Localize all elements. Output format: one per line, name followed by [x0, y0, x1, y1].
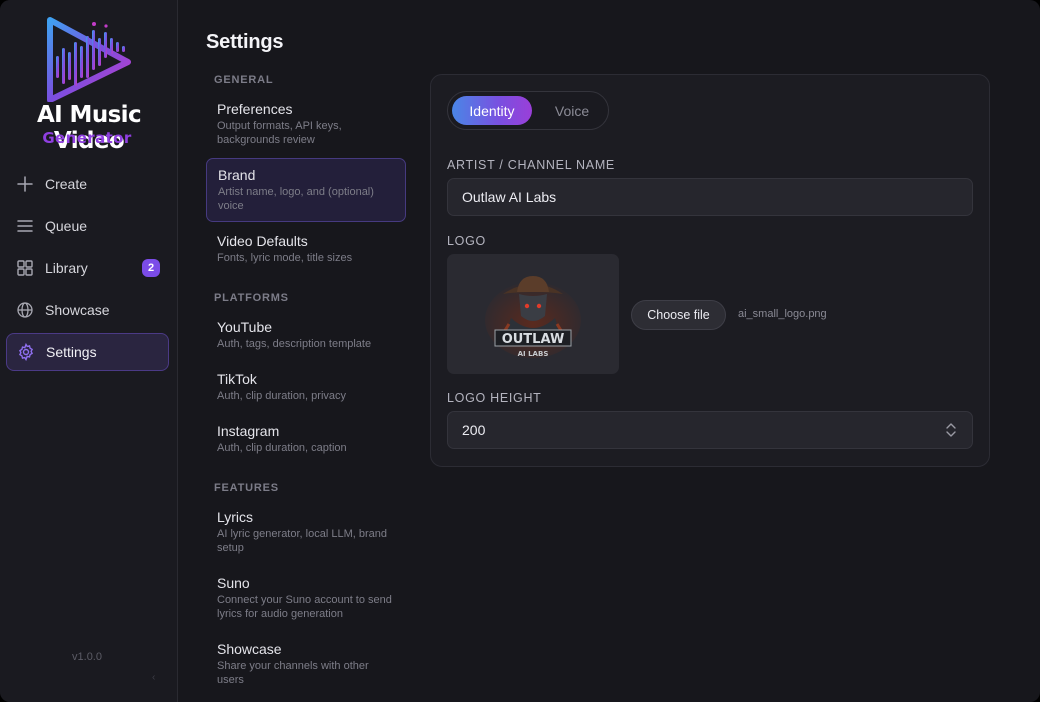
nav-item-create[interactable]: Create — [6, 165, 169, 203]
choose-file-button[interactable]: Choose file — [631, 300, 726, 330]
artist-name-input[interactable] — [447, 178, 973, 216]
library-count-badge: 2 — [142, 259, 160, 277]
app-logo-icon — [42, 16, 134, 102]
globe-icon — [16, 301, 34, 319]
logo-image-text: OUTLAW — [502, 332, 565, 347]
logo-height-input[interactable] — [447, 411, 973, 449]
app-window: AI Music Video Generator Create Queue Li… — [0, 0, 1040, 702]
outlaw-logo-image: OUTLAW AI LABS — [481, 268, 585, 360]
settings-item-desc: Auth, tags, description template — [217, 337, 395, 351]
settings-item-brand[interactable]: Brand Artist name, logo, and (optional) … — [206, 158, 406, 222]
collapse-sidebar-icon[interactable]: ‹ — [152, 672, 155, 683]
settings-item-video-defaults[interactable]: Video Defaults Fonts, lyric mode, title … — [206, 225, 406, 273]
settings-item-title: Lyrics — [217, 509, 395, 526]
settings-item-title: Brand — [218, 167, 394, 184]
nav-label: Showcase — [45, 302, 110, 318]
settings-item-tiktok[interactable]: TikTok Auth, clip duration, privacy — [206, 363, 406, 411]
logo-image-subtext: AI LABS — [518, 350, 549, 358]
logo-label: LOGO — [447, 234, 486, 248]
settings-item-title: Showcase — [217, 641, 395, 658]
nav-item-queue[interactable]: Queue — [6, 207, 169, 245]
brand-settings-panel: Identity Voice ARTIST / CHANNEL NAME LOG… — [430, 74, 990, 467]
settings-item-title: Instagram — [217, 423, 395, 440]
nav-label: Settings — [46, 344, 97, 360]
settings-item-youtube[interactable]: YouTube Auth, tags, description template — [206, 311, 406, 359]
logo-preview: OUTLAW AI LABS — [447, 254, 619, 374]
nav-label: Library — [45, 260, 88, 276]
list-icon — [16, 217, 34, 235]
settings-item-desc: Auth, clip duration, caption — [217, 441, 395, 455]
settings-item-title: Video Defaults — [217, 233, 395, 250]
tab-identity[interactable]: Identity — [452, 96, 532, 125]
artist-name-label: ARTIST / CHANNEL NAME — [447, 158, 615, 172]
nav-item-showcase[interactable]: Showcase — [6, 291, 169, 329]
settings-item-preferences[interactable]: Preferences Output formats, API keys, ba… — [206, 93, 406, 155]
selected-file-name: ai_small_logo.png — [738, 308, 827, 320]
settings-item-desc: Share your channels with other users — [217, 659, 395, 687]
gear-icon — [17, 343, 35, 361]
settings-item-desc: Output formats, API keys, backgrounds re… — [217, 119, 395, 147]
plus-icon — [16, 175, 34, 193]
page-title: Settings — [206, 31, 283, 54]
nav-item-library[interactable]: Library 2 — [6, 249, 169, 287]
nav-item-settings[interactable]: Settings — [6, 333, 169, 371]
settings-item-desc: Auth, clip duration, privacy — [217, 389, 395, 403]
settings-item-instagram[interactable]: Instagram Auth, clip duration, caption — [206, 415, 406, 463]
settings-section-platforms: PLATFORMS — [214, 292, 289, 304]
settings-item-suno[interactable]: Suno Connect your Suno account to send l… — [206, 567, 406, 629]
settings-item-title: Preferences — [217, 101, 395, 118]
settings-section-general: GENERAL — [214, 74, 273, 86]
settings-item-title: TikTok — [217, 371, 395, 388]
number-stepper-icon[interactable] — [945, 421, 957, 439]
settings-item-title: Suno — [217, 575, 395, 592]
settings-item-title: YouTube — [217, 319, 395, 336]
settings-item-lyrics[interactable]: Lyrics AI lyric generator, local LLM, br… — [206, 501, 406, 563]
nav-label: Queue — [45, 218, 87, 234]
logo-height-label: LOGO HEIGHT — [447, 391, 542, 405]
nav-label: Create — [45, 176, 87, 192]
app-name-subtitle: Generator — [0, 129, 174, 147]
settings-item-showcase[interactable]: Showcase Share your channels with other … — [206, 633, 406, 695]
app-version: v1.0.0 — [0, 651, 174, 663]
grid-icon — [16, 259, 34, 277]
settings-item-desc: Fonts, lyric mode, title sizes — [217, 251, 395, 265]
tab-voice[interactable]: Voice — [542, 96, 602, 125]
settings-item-desc: Connect your Suno account to send lyrics… — [217, 593, 395, 621]
brand-tab-switch: Identity Voice — [447, 91, 609, 130]
sidebar: AI Music Video Generator Create Queue Li… — [0, 0, 178, 702]
settings-item-desc: Artist name, logo, and (optional) voice — [218, 185, 394, 213]
settings-item-desc: AI lyric generator, local LLM, brand set… — [217, 527, 395, 555]
settings-section-features: FEATURES — [214, 482, 279, 494]
